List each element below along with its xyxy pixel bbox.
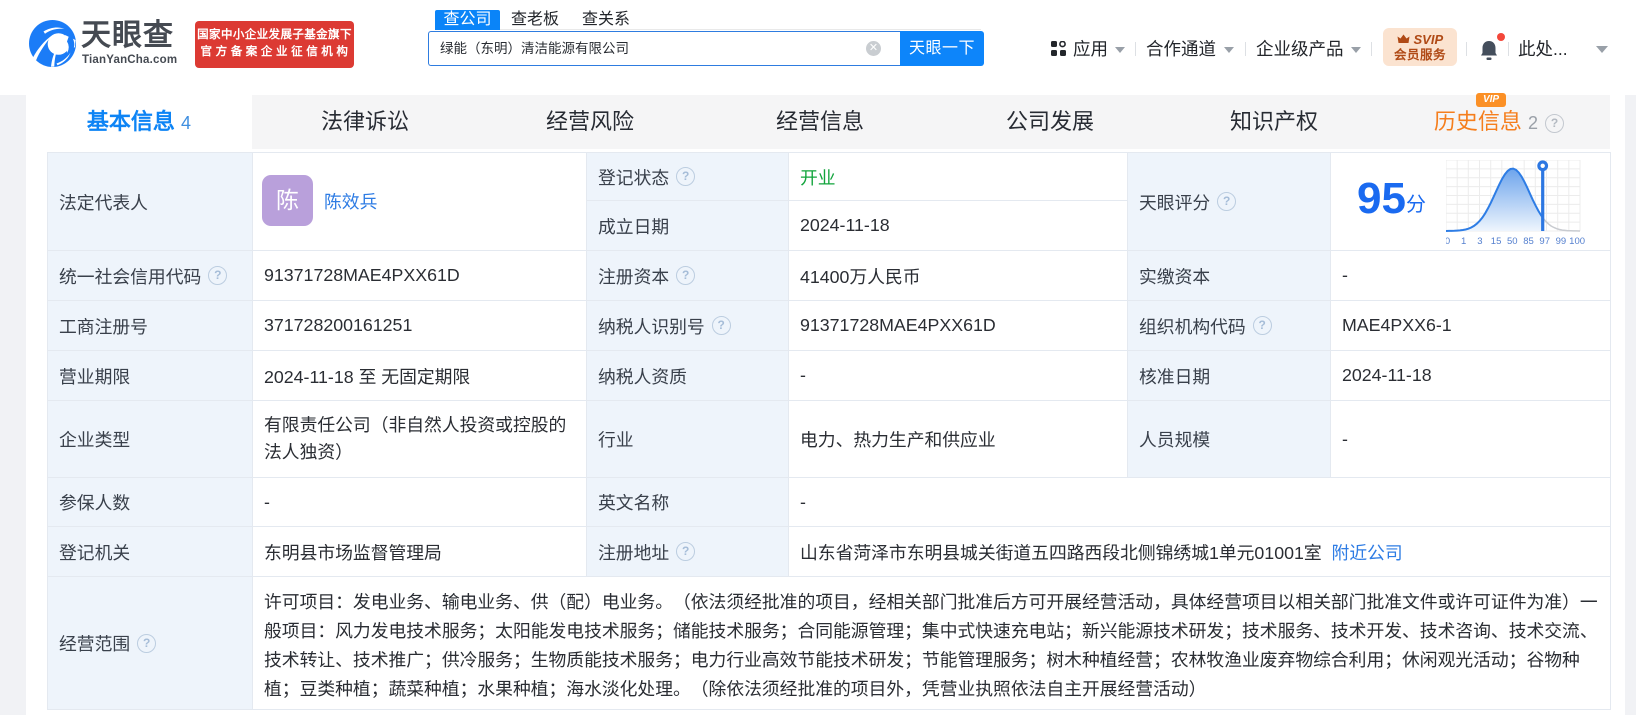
- svg-text:100: 100: [1569, 236, 1585, 247]
- svg-text:85: 85: [1523, 236, 1534, 247]
- svg-text:15: 15: [1491, 236, 1502, 247]
- svg-text:1: 1: [1461, 236, 1466, 247]
- svg-text:50: 50: [1507, 236, 1518, 247]
- svg-text:3: 3: [1477, 236, 1482, 247]
- svg-text:0: 0: [1446, 236, 1450, 247]
- svg-text:99: 99: [1556, 236, 1567, 247]
- svg-text:97: 97: [1539, 236, 1550, 247]
